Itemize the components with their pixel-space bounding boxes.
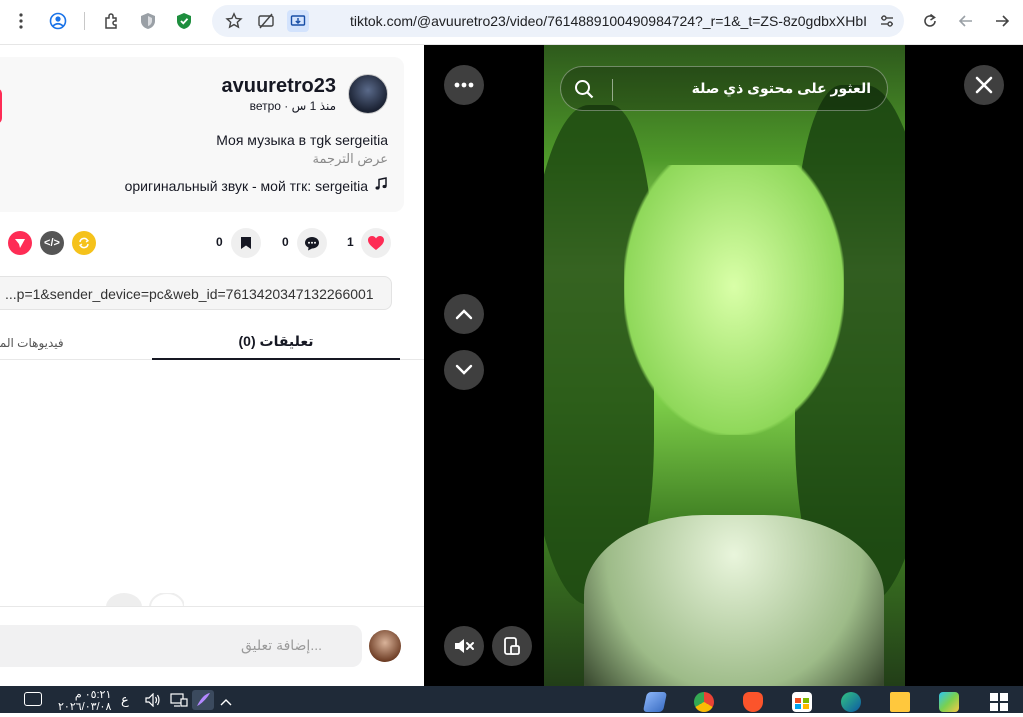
video-description: Моя музыка в тgk sergeitia [216,132,388,148]
comment-composer: إضافة تعليق... [0,606,424,686]
os-taskbar: ٠٥:٢١ م ٢٠٢٦/٠٣/٠٨ ع [0,686,1023,713]
video-frame[interactable] [544,45,905,686]
clock-date: ٢٠٢٦/٠٣/٠٨ [58,701,112,713]
search-divider [612,79,613,101]
network-icon[interactable] [170,693,188,712]
next-video-button[interactable] [444,350,484,390]
pen-app-icon[interactable] [192,690,214,710]
like-button[interactable] [361,228,391,258]
more-dots-icon [454,82,474,88]
pip-icon [504,637,520,655]
shield-extension-icon[interactable] [137,10,159,32]
system-clock[interactable]: ٠٥:٢١ م ٢٠٢٦/٠٣/٠٨ [58,689,111,713]
url-text[interactable]: tiktok.com/@avuuretro23/video/7614889100… [350,13,870,29]
clock-time: ٠٥:٢١ م [74,689,112,701]
music-note-icon [374,177,388,194]
music-link[interactable]: оригинальный звук - мой тгк: sergeitia [125,177,388,194]
close-icon [975,76,993,94]
comment-bubble-icon [305,236,319,250]
profile-icon[interactable] [47,10,69,32]
video-content-shirt [584,515,884,686]
comments-tabs: فيديوهات المبد تعليقات (0) [0,325,424,360]
tab-comments[interactable]: تعليقات (0) [152,325,400,360]
chevron-up-icon [455,309,473,320]
install-app-icon[interactable] [287,10,309,32]
site-settings-icon[interactable] [876,10,898,32]
game-app-icon[interactable] [939,692,959,712]
empty-state-illustration [104,592,185,608]
reload-icon[interactable] [919,10,941,32]
store-icon[interactable] [792,692,812,712]
input-language[interactable]: ع [121,692,129,708]
creator-username[interactable]: avuuretro23 [222,75,337,98]
current-user-avatar[interactable] [369,630,401,662]
notification-icon[interactable] [24,692,42,706]
brave-icon[interactable] [743,692,763,712]
see-translation-link[interactable]: عرض الترجمة [313,151,388,167]
creator-avatar[interactable] [348,74,388,114]
extensions-icon[interactable] [101,10,123,32]
toolbar-separator [84,12,85,30]
browser-toolbar: tiktok.com/@avuuretro23/video/7614889100… [0,0,1023,45]
chevron-up-tray-icon[interactable] [219,694,233,712]
security-extension-icon[interactable] [173,10,195,32]
volume-icon[interactable] [145,692,161,712]
app-taskbar-icon-1[interactable] [642,692,668,712]
speaker-muted-icon [455,639,474,653]
bookmark-icon [241,237,251,249]
comment-button[interactable] [297,228,327,258]
star-bookmark-icon[interactable] [223,10,245,32]
bookmark-button[interactable] [231,228,261,258]
related-search-text: العثور على محتوى ذي صلة [691,80,871,96]
picture-in-picture-button[interactable] [492,626,532,666]
music-title: оригинальный звук - мой тгк: sergeitia [124,177,368,194]
back-arrow-icon[interactable] [955,10,977,32]
tab-creator-videos[interactable]: فيديوهات المبد [0,325,80,360]
share-direct-icon[interactable] [8,231,32,255]
chrome-icon[interactable] [694,692,714,712]
comment-input[interactable]: إضافة تعليق... [0,625,362,667]
forward-arrow-icon[interactable] [991,10,1013,32]
bookmark-count: 0 [216,235,223,249]
video-content-face [624,165,844,435]
menu-dots-icon[interactable] [10,10,32,32]
embed-code-icon[interactable]: </> [40,231,64,255]
video-player[interactable]: العثور على محتوى ذي صلة [424,45,1023,686]
follow-button[interactable] [0,88,2,124]
like-count: 1 [347,235,354,249]
mute-button[interactable] [444,626,484,666]
video-link-text[interactable]: ...p=1&sender_device=pc&web_id=761342034… [5,286,374,302]
close-button[interactable] [964,65,1004,105]
cast-blocked-icon[interactable] [255,10,277,32]
comment-placeholder: إضافة تعليق... [241,637,322,653]
file-explorer-icon[interactable] [890,692,910,712]
previous-video-button[interactable] [444,294,484,334]
creator-subline: ветро · منذ 1 س [249,99,336,113]
heart-icon [368,236,384,250]
repost-icon[interactable] [72,231,96,255]
address-bar[interactable]: tiktok.com/@avuuretro23/video/7614889100… [212,5,904,37]
copy-link-box[interactable]: ...p=1&sender_device=pc&web_id=761342034… [0,276,392,310]
comment-count: 0 [282,235,289,249]
more-options-button[interactable] [444,65,484,105]
search-icon[interactable] [573,78,595,100]
chevron-down-icon [455,364,473,375]
post-details-panel: avuuretro23 ветро · منذ 1 س Моя музыка в… [0,45,424,686]
edge-icon[interactable] [841,692,861,712]
related-search-box[interactable]: العثور على محتوى ذي صلة [560,66,888,111]
